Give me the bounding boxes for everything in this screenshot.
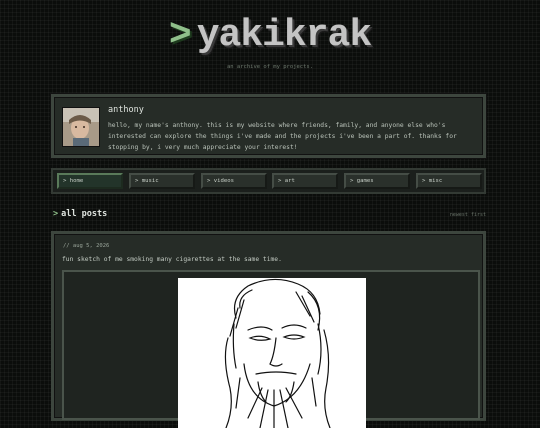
feed-title-text: all posts bbox=[61, 209, 108, 219]
site-title: yakikrak bbox=[196, 14, 372, 57]
nav-home[interactable]: > home bbox=[57, 173, 123, 189]
profile-card: anthony hello, my name's anthony. this i… bbox=[51, 94, 486, 158]
nav-games[interactable]: > games bbox=[344, 173, 410, 189]
post-sketch-image[interactable] bbox=[178, 278, 366, 428]
post-card: // aug 5, 2026 fun sketch of me smoking … bbox=[51, 231, 486, 428]
site-logo[interactable]: > yakikrak bbox=[0, 14, 540, 58]
nav-music[interactable]: > music bbox=[129, 173, 195, 189]
avatar-photo bbox=[63, 108, 99, 146]
profile-name: anthony bbox=[108, 105, 144, 115]
profile-bio: hello, my name's anthony. this is my web… bbox=[108, 122, 457, 151]
post-date: // aug 5, 2026 bbox=[63, 243, 110, 249]
feed-title: > all posts bbox=[53, 209, 107, 219]
site-tagline: an archive of my projects. bbox=[226, 64, 314, 70]
sketch-drawing bbox=[224, 278, 331, 428]
nav-misc[interactable]: > misc bbox=[416, 173, 482, 189]
logo-caret: > bbox=[168, 14, 192, 57]
feed-title-caret: > bbox=[53, 209, 59, 219]
avatar bbox=[62, 107, 100, 147]
nav-videos[interactable]: > videos bbox=[201, 173, 267, 189]
post-image-frame bbox=[62, 270, 480, 428]
main-nav: > home > music > videos > art > games > … bbox=[51, 168, 486, 194]
post-text: fun sketch of me smoking many cigarettes… bbox=[62, 256, 282, 263]
nav-art[interactable]: > art bbox=[272, 173, 338, 189]
sort-toggle[interactable]: newest first bbox=[430, 212, 486, 218]
